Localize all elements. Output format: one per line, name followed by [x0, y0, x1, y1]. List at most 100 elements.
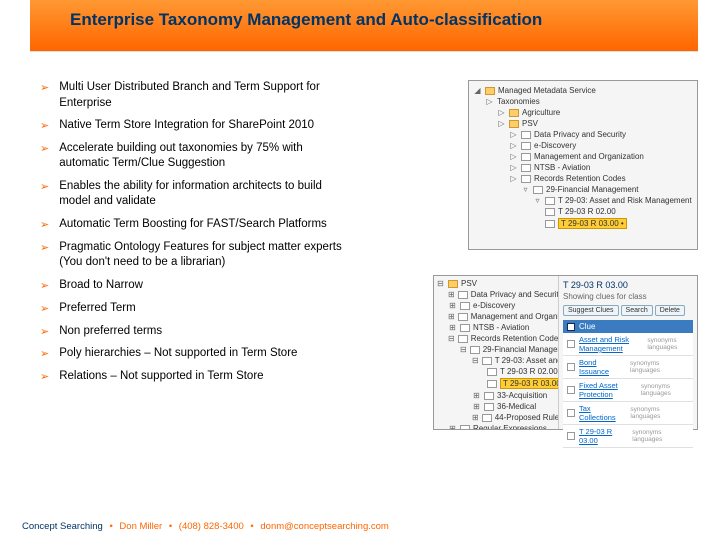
tree-root[interactable]: ◢Managed Metadata Service — [473, 85, 693, 96]
tree-item[interactable]: ⊞e-Discovery — [436, 300, 556, 311]
tree-item[interactable]: ▷Records Retention Codes — [473, 173, 693, 184]
tree-item[interactable]: ▷Data Privacy and Security — [473, 129, 693, 140]
tag-icon — [521, 175, 531, 183]
expand-icon[interactable]: ▷ — [509, 152, 518, 161]
separator-dot: • — [250, 521, 253, 532]
tree-item[interactable]: ⊞Management and Organization — [436, 311, 556, 322]
bullet-text: Accelerate building out taxonomies by 75… — [59, 141, 350, 172]
checkbox-icon[interactable] — [567, 363, 575, 371]
expand-icon[interactable]: ⊟ — [436, 279, 445, 288]
tree-item[interactable]: ▷Management and Organization — [473, 151, 693, 162]
search-button[interactable]: Search — [621, 305, 653, 316]
expand-icon[interactable]: ⊞ — [448, 301, 457, 310]
footer-name: Don Miller — [119, 521, 162, 532]
chevron-icon: ➢ — [40, 325, 49, 340]
clue-row[interactable]: Asset and Risk Management synonyms langu… — [563, 333, 693, 356]
clue-term[interactable]: Tax Collections — [579, 404, 627, 422]
clue-row[interactable]: T 29-03 R 03.00 synonyms languages — [563, 425, 693, 448]
tree-item[interactable]: ▷Taxonomies — [473, 96, 693, 107]
clue-term[interactable]: T 29-03 R 03.00 — [579, 427, 629, 445]
expand-icon[interactable]: ▿ — [521, 185, 530, 194]
tree-item[interactable]: ⊟T 29-03: Asset and Risk Ma — [436, 355, 556, 366]
clue-sublinks[interactable]: synonyms languages — [630, 406, 689, 420]
expand-icon[interactable]: ⊞ — [448, 312, 455, 321]
expand-icon[interactable]: ▷ — [509, 174, 518, 183]
tree-item[interactable]: ▷Agriculture — [473, 107, 693, 118]
tree-item[interactable]: T 29-03 R 02.00 — [473, 206, 693, 217]
tree-item[interactable]: ⊞NTSB - Aviation — [436, 322, 556, 333]
checkbox-icon[interactable] — [567, 432, 575, 440]
tree-item[interactable]: ⊞36-Medical — [436, 401, 556, 412]
tree-item[interactable]: T 29-03 R 03.00 • — [473, 217, 693, 230]
expand-icon[interactable]: ◢ — [473, 86, 482, 95]
clue-table-header: Clue — [563, 320, 693, 333]
clue-sublinks[interactable]: synonyms languages — [641, 383, 689, 397]
tree-item[interactable]: T 29-03 R 03.00 — [436, 377, 556, 390]
tree-item[interactable]: T 29-03 R 02.00 — [436, 366, 556, 377]
expand-icon[interactable]: ⊟ — [448, 334, 455, 343]
suggest-clues-button[interactable]: Suggest Clues — [563, 305, 619, 316]
expand-icon[interactable]: ⊞ — [448, 424, 457, 429]
tree-item[interactable]: ▷e-Discovery — [473, 140, 693, 151]
tree-item[interactable]: ▷NTSB - Aviation — [473, 162, 693, 173]
expand-icon[interactable]: ⊞ — [472, 402, 481, 411]
clue-row[interactable]: Fixed Asset Protection synonyms language… — [563, 379, 693, 402]
expand-icon[interactable]: ⊞ — [472, 391, 481, 400]
checkbox-icon[interactable] — [567, 340, 575, 348]
tree-item[interactable]: ⊞Regular Expressions — [436, 423, 556, 429]
clue-row[interactable]: Bond Issuance synonyms languages — [563, 356, 693, 379]
tree-item[interactable]: ⊟29-Financial Management — [436, 344, 556, 355]
expand-icon[interactable]: ▿ — [533, 196, 542, 205]
expand-icon[interactable]: ▷ — [509, 130, 518, 139]
tree-root[interactable]: ⊟PSV — [436, 278, 556, 289]
checkbox-icon[interactable] — [567, 386, 575, 394]
tree-item[interactable]: ▿T 29-03: Asset and Risk Management — [473, 195, 693, 206]
expand-icon[interactable]: ▷ — [509, 163, 518, 172]
expand-icon[interactable]: ▷ — [497, 119, 506, 128]
folder-icon — [485, 87, 495, 95]
tree-item[interactable]: ▷PSV — [473, 118, 693, 129]
bullet-item: ➢Automatic Term Boosting for FAST/Search… — [40, 217, 350, 233]
delete-button[interactable]: Delete — [655, 305, 685, 316]
expand-icon[interactable]: ▷ — [497, 108, 506, 117]
expand-icon[interactable]: ⊟ — [472, 356, 479, 365]
clue-sublinks[interactable]: synonyms languages — [647, 337, 689, 351]
clue-row[interactable]: Tax Collections synonyms languages — [563, 402, 693, 425]
tag-icon — [521, 164, 531, 172]
bullet-text: Poly hierarchies – Not supported in Term… — [59, 346, 297, 362]
checkbox-icon[interactable] — [567, 409, 575, 417]
tag-icon — [482, 414, 492, 422]
bullet-item: ➢Non preferred terms — [40, 324, 350, 340]
chevron-icon: ➢ — [40, 302, 49, 317]
bullet-text: Native Term Store Integration for ShareP… — [59, 118, 314, 134]
clue-details: T 29-03 R 03.00 Showing clues for class … — [559, 276, 697, 429]
expand-icon[interactable]: ▷ — [509, 141, 518, 150]
footer-phone: (408) 828-3400 — [179, 521, 244, 532]
clue-sublinks[interactable]: synonyms languages — [632, 429, 689, 443]
tag-icon — [460, 425, 470, 430]
separator-dot: • — [169, 521, 172, 532]
tree-item[interactable]: ⊞Data Privacy and Security — [436, 289, 556, 300]
expand-icon[interactable]: ⊞ — [448, 290, 455, 299]
expand-icon[interactable]: ⊞ — [448, 323, 457, 332]
clue-term[interactable]: Fixed Asset Protection — [579, 381, 638, 399]
clue-sublinks[interactable]: synonyms languages — [630, 360, 689, 374]
clue-subtitle: Showing clues for class — [563, 292, 693, 301]
expand-icon[interactable] — [533, 207, 542, 216]
expand-icon[interactable]: ⊟ — [460, 345, 467, 354]
selected-term[interactable]: T 29-03 R 03.00 • — [558, 218, 627, 229]
expand-icon[interactable] — [533, 219, 542, 228]
selected-term[interactable]: T 29-03 R 03.00 — [500, 378, 559, 389]
tree-item[interactable]: ▿29-Financial Management — [473, 184, 693, 195]
clue-term[interactable]: Asset and Risk Management — [579, 335, 644, 353]
bullet-item: ➢Pragmatic Ontology Features for subject… — [40, 240, 350, 271]
tree-item[interactable]: ⊞33-Acquisition — [436, 390, 556, 401]
chevron-icon: ➢ — [40, 81, 49, 96]
chevron-icon: ➢ — [40, 218, 49, 233]
clue-term[interactable]: Bond Issuance — [579, 358, 627, 376]
tree-item[interactable]: ⊞44-Proposed Rulemaking — [436, 412, 556, 423]
expand-icon[interactable]: ▷ — [485, 97, 494, 106]
checkbox-icon[interactable] — [567, 323, 575, 331]
tree-item[interactable]: ⊟Records Retention Codes — [436, 333, 556, 344]
expand-icon[interactable]: ⊞ — [472, 413, 479, 422]
